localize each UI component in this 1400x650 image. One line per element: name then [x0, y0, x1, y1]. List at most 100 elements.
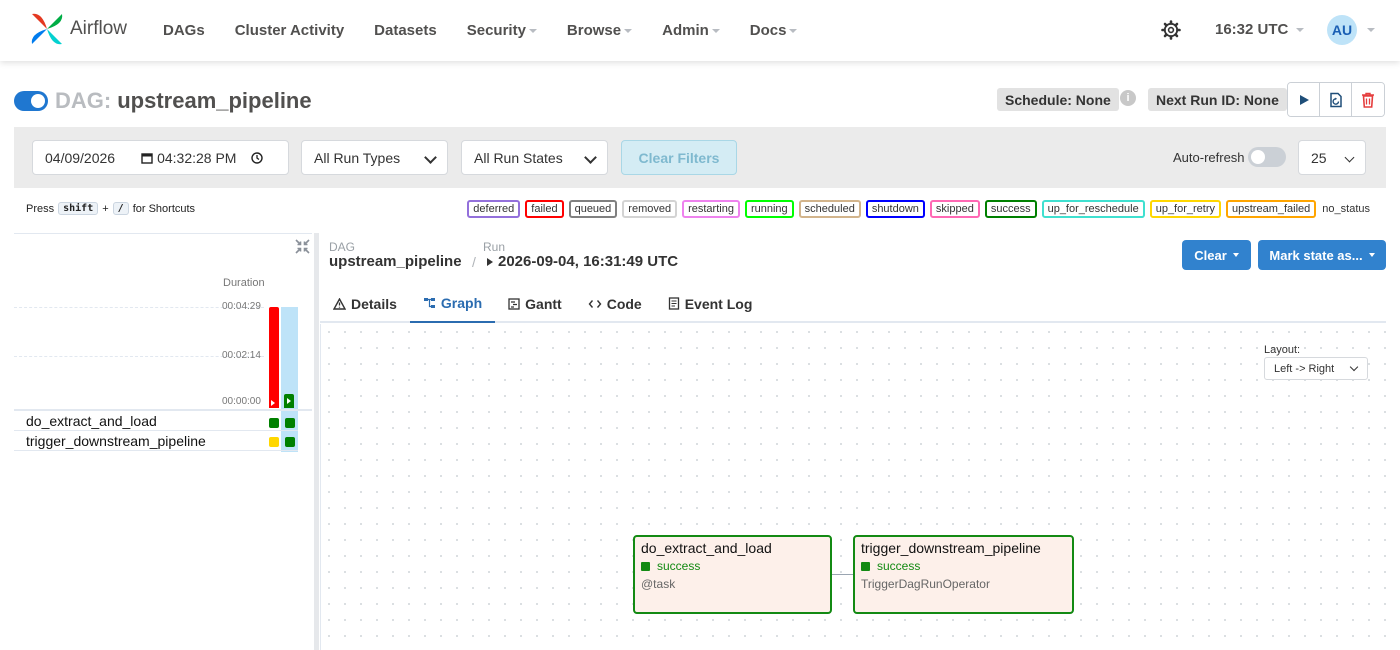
legend-shutdown[interactable]: shutdown [865, 200, 925, 218]
tab-graph-label: Graph [440, 294, 483, 311]
nav-browse-label: Browse [566, 22, 622, 39]
nav-dags[interactable]: DAGs [163, 22, 205, 39]
autorefresh-toggle[interactable] [1248, 147, 1286, 167]
task-instance-status[interactable] [285, 437, 295, 447]
clock-text: 16:32 UTC [1215, 21, 1289, 38]
clear-run-button[interactable]: Clear [1182, 240, 1251, 270]
graph-canvas[interactable]: Layout: Left -> Right do_extract_and_loa… [320, 324, 1386, 650]
nav-security[interactable]: Security [467, 22, 537, 39]
chevron-down-icon [528, 28, 537, 33]
task-instance-status[interactable] [285, 418, 295, 428]
mark-state-button[interactable]: Mark state as... [1258, 240, 1386, 270]
tab-details[interactable]: Details [320, 284, 410, 323]
legend-no-status[interactable]: no_status [1322, 203, 1370, 215]
warning-icon [333, 297, 346, 310]
tab-event-log[interactable]: Event Log [655, 284, 766, 323]
nav-datasets[interactable]: Datasets [374, 22, 437, 39]
nav-admin[interactable]: Admin [662, 22, 720, 39]
chevron-down-icon [624, 28, 633, 33]
legend-skipped[interactable]: skipped [929, 200, 980, 218]
dag-pause-toggle[interactable] [14, 91, 48, 111]
node-operator: TriggerDagRunOperator [861, 577, 990, 591]
next-run-badge: Next Run ID: None [1148, 88, 1287, 111]
legend-deferred[interactable]: deferred [467, 200, 521, 218]
run-limit-select[interactable]: 25 [1298, 140, 1366, 175]
base-date-input[interactable]: 04/09/2026 04:32:28 PM [32, 140, 289, 175]
legend-failed[interactable]: failed [525, 200, 564, 218]
legend-scheduled[interactable]: scheduled [798, 200, 861, 218]
chevron-down-icon[interactable] [1367, 28, 1375, 32]
legend-restarting[interactable]: restarting [682, 200, 740, 218]
play-icon [271, 400, 275, 406]
run-type-select[interactable]: All Run Types [301, 140, 448, 175]
grid-divider [14, 409, 312, 411]
kbd-slash: / [112, 202, 129, 215]
nav-docs[interactable]: Docs [750, 22, 798, 39]
chevron-down-icon [711, 28, 720, 33]
duration-tick: 00:04:29 [222, 301, 261, 312]
run-duration-bar-failed[interactable] [269, 307, 279, 408]
chevron-down-icon [1349, 362, 1359, 372]
run-limit-value: 25 [1311, 149, 1327, 166]
nav-browse[interactable]: Browse [566, 22, 633, 39]
legend-running[interactable]: running [744, 200, 794, 218]
reparse-dag-button[interactable] [1320, 83, 1352, 116]
run-state-value: All Run States [474, 149, 563, 166]
tab-graph[interactable]: Graph [409, 284, 496, 323]
tab-gantt[interactable]: Gantt [495, 284, 575, 323]
task-instance-status[interactable] [269, 437, 279, 447]
nav-cluster-activity[interactable]: Cluster Activity [235, 22, 344, 39]
node-operator: @task [641, 577, 676, 591]
clear-filters-button[interactable]: Clear Filters [621, 140, 737, 175]
breadcrumb-separator: / [472, 254, 476, 270]
dag-title[interactable]: upstream_pipeline [117, 88, 311, 114]
legend-success[interactable]: success [984, 200, 1037, 218]
details-tabs: Details Graph Gantt Code Event Log [320, 284, 1386, 323]
mark-state-label: Mark state as... [1269, 247, 1363, 263]
chevron-down-icon [584, 151, 597, 164]
tab-gantt-label: Gantt [525, 295, 562, 312]
legend-queued[interactable]: queued [568, 200, 618, 218]
brand-logo[interactable]: Airflow [28, 10, 127, 48]
user-avatar[interactable]: AU [1327, 15, 1357, 45]
date-value: 04/09/2026 [45, 149, 116, 166]
node-task-name: trigger_downstream_pipeline [861, 540, 1041, 556]
chevron-down-icon [1232, 253, 1239, 257]
kbd-shift: shift [58, 202, 99, 215]
task-instance-status[interactable] [269, 418, 279, 428]
info-icon[interactable]: i [1120, 90, 1136, 106]
graph-node[interactable]: do_extract_and_load success @task [633, 535, 832, 614]
breadcrumb-run-label: Run [483, 240, 506, 254]
shortcuts-plus: + [102, 202, 109, 215]
run-duration-bar-success[interactable] [284, 394, 294, 408]
legend-upstream-failed[interactable]: upstream_failed [1226, 200, 1317, 218]
tab-code[interactable]: Code [575, 284, 655, 323]
graph-node[interactable]: trigger_downstream_pipeline success Trig… [853, 535, 1074, 614]
chevron-down-icon [1368, 253, 1375, 257]
task-row[interactable]: do_extract_and_load [14, 412, 298, 431]
legend-up-for-retry[interactable]: up_for_retry [1149, 200, 1222, 218]
nav-security-label: Security [466, 22, 526, 39]
tab-event-log-label: Event Log [684, 295, 753, 312]
breadcrumb-dag-label: DAG [329, 240, 356, 254]
task-name: do_extract_and_load [26, 413, 157, 429]
collapse-icon[interactable] [295, 239, 310, 254]
duration-tick: 00:02:14 [222, 350, 261, 361]
layout-value: Left -> Right [1274, 362, 1335, 375]
calendar-icon[interactable] [141, 152, 153, 164]
trigger-dag-button[interactable] [1288, 83, 1320, 116]
filter-bar: 04/09/2026 04:32:28 PM All Run Types All… [14, 127, 1386, 188]
layout-select[interactable]: Left -> Right [1264, 357, 1368, 380]
breadcrumb-dag-name[interactable]: upstream_pipeline [329, 253, 462, 270]
breadcrumb-run[interactable]: 2026-09-04, 16:31:49 UTC [487, 253, 678, 270]
legend-up-for-reschedule[interactable]: up_for_reschedule [1041, 200, 1145, 218]
legend-removed[interactable]: removed [622, 200, 678, 218]
run-state-select[interactable]: All Run States [461, 140, 608, 175]
nav-dags-label: DAGs [163, 22, 205, 39]
clock-icon[interactable] [251, 151, 264, 164]
task-row[interactable]: trigger_downstream_pipeline [14, 432, 298, 451]
delete-dag-button[interactable] [1352, 83, 1384, 116]
clock-menu[interactable]: 16:32 UTC [1215, 21, 1305, 38]
panel-resize-handle[interactable] [314, 233, 319, 650]
settings-gear-icon[interactable] [1161, 20, 1181, 45]
